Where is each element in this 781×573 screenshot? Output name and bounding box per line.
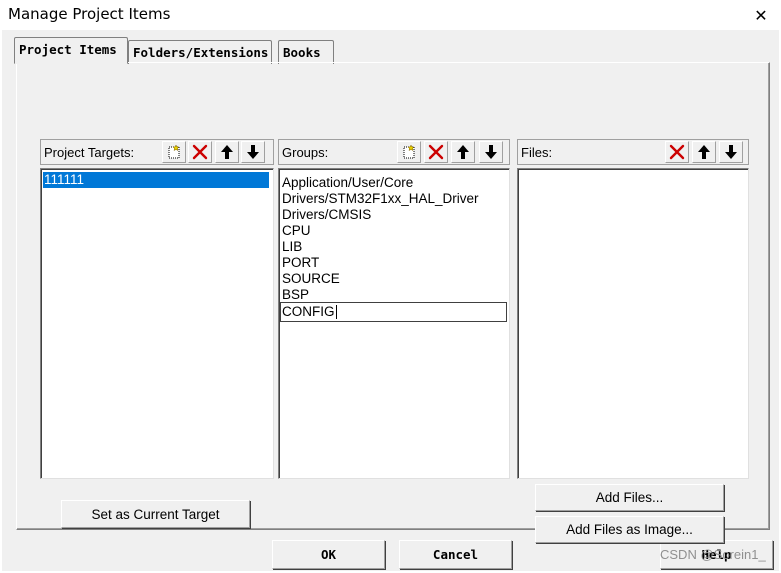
delete-target-button[interactable]	[188, 141, 212, 163]
cancel-button[interactable]: Cancel	[399, 540, 512, 569]
move-up-icon	[698, 145, 710, 159]
tab-label: Folders/Extensions	[133, 45, 269, 60]
tab-label: Books	[283, 45, 321, 60]
delete-icon	[192, 144, 208, 160]
move-group-down-button[interactable]	[479, 141, 503, 163]
tab-project-items[interactable]: Project Items	[14, 37, 128, 64]
targets-header-label: Project Targets:	[44, 145, 135, 160]
move-target-up-button[interactable]	[215, 141, 239, 163]
move-file-up-button[interactable]	[692, 141, 716, 163]
add-files-as-image-label: Add Files as Image...	[566, 522, 693, 537]
new-icon	[168, 144, 180, 159]
groups-list[interactable]: Application/User/Core Drivers/STM32F1xx_…	[278, 168, 510, 479]
targets-header: Project Targets:	[40, 139, 274, 165]
tab-books[interactable]: Books	[278, 40, 334, 64]
files-list[interactable]	[517, 168, 749, 479]
files-header: Files:	[517, 139, 749, 165]
new-group-button[interactable]	[397, 141, 421, 163]
group-name-edit-value: CONFIG	[282, 304, 335, 319]
move-down-icon	[725, 145, 737, 159]
close-button[interactable]: ✕	[746, 2, 776, 28]
tab-folders-extensions[interactable]: Folders/Extensions	[128, 40, 272, 64]
list-item[interactable]: CPU	[282, 223, 311, 239]
list-item[interactable]: SOURCE	[282, 271, 340, 287]
watermark: CSDN @Sorein1_	[660, 547, 766, 562]
move-target-down-button[interactable]	[241, 141, 265, 163]
ok-label: OK	[320, 547, 337, 562]
new-target-button[interactable]	[162, 141, 186, 163]
dialog-client: Project Items Folders/Extensions Books P…	[2, 30, 779, 571]
tab-panel: Project Targets: 111111 Groups: Applicat…	[16, 62, 770, 543]
close-icon: ✕	[754, 5, 768, 25]
move-up-icon	[221, 145, 233, 159]
groups-header-label: Groups:	[282, 145, 329, 160]
list-item[interactable]: Drivers/CMSIS	[282, 207, 371, 223]
delete-icon	[428, 144, 444, 160]
move-up-icon	[457, 145, 469, 159]
list-item[interactable]: BSP	[282, 287, 309, 303]
groups-header: Groups:	[278, 139, 510, 165]
list-item[interactable]: LIB	[282, 239, 302, 255]
add-files-label: Add Files...	[595, 490, 664, 505]
files-header-label: Files:	[521, 145, 553, 160]
new-icon	[403, 144, 415, 159]
group-name-edit-field[interactable]: CONFIG	[280, 302, 507, 322]
list-item[interactable]: PORT	[282, 255, 319, 271]
ok-button[interactable]: OK	[272, 540, 385, 569]
move-file-down-button[interactable]	[719, 141, 743, 163]
title-bar: Manage Project Items ✕	[0, 0, 781, 30]
cancel-label: Cancel	[432, 547, 479, 562]
set-as-current-target-button[interactable]: Set as Current Target	[61, 500, 250, 528]
add-files-button[interactable]: Add Files...	[535, 484, 724, 511]
list-item[interactable]: Application/User/Core	[282, 175, 413, 191]
list-item[interactable]: 111111	[43, 172, 269, 188]
tab-label: Project Items	[19, 42, 117, 57]
move-down-icon	[247, 145, 259, 159]
window-title: Manage Project Items	[8, 5, 171, 23]
add-files-as-image-button[interactable]: Add Files as Image...	[535, 516, 724, 543]
set-as-current-target-label: Set as Current Target	[91, 506, 220, 522]
text-caret	[335, 305, 337, 320]
delete-file-button[interactable]	[665, 141, 689, 163]
list-item[interactable]: Drivers/STM32F1xx_HAL_Driver	[282, 191, 479, 207]
targets-list[interactable]: 111111	[40, 168, 274, 479]
delete-icon	[669, 144, 685, 160]
move-down-icon	[485, 145, 497, 159]
delete-group-button[interactable]	[424, 141, 448, 163]
move-group-up-button[interactable]	[451, 141, 475, 163]
